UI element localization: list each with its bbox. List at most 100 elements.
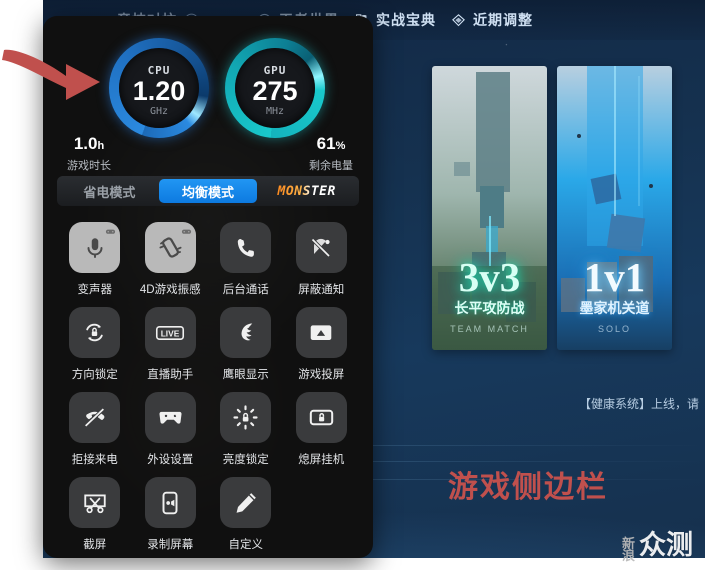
- svg-text:LIVE: LIVE: [161, 328, 180, 338]
- play-time-stat: 1.0h 游戏时长: [51, 134, 127, 173]
- microphone-icon: [87, 237, 103, 258]
- gpu-gauge-value: 275: [252, 76, 298, 106]
- gamepad-badge-icon: [106, 229, 116, 234]
- record-screen-icon: [162, 491, 178, 514]
- card-subtitle-3v3: TEAM MATCH: [450, 324, 529, 334]
- phone-vibrate-icon: [159, 237, 182, 258]
- tool-label: 直播助手: [147, 369, 194, 381]
- tool-peripheral-settings[interactable]: 外设设置: [133, 392, 209, 467]
- tool-tile[interactable]: [220, 392, 272, 443]
- play-time-value: 1.0: [73, 134, 98, 153]
- tool-screenshot[interactable]: 截屏: [57, 477, 133, 552]
- tool-label: 变声器: [77, 284, 113, 296]
- tool-reject-call[interactable]: 拒接来电: [57, 392, 133, 467]
- tool-eagle-eye[interactable]: 鹰眼显示: [208, 307, 284, 382]
- tool-block-notification[interactable]: 屏蔽通知: [284, 222, 360, 297]
- tool-tile[interactable]: [295, 222, 347, 273]
- gamepad-icon: [159, 411, 182, 424]
- mode-button-power-save[interactable]: 省电模式: [60, 179, 159, 203]
- tool-tile[interactable]: [220, 477, 272, 528]
- battery-value: 61: [316, 134, 336, 153]
- tool-label: 方向锁定: [71, 369, 118, 381]
- watermark-sina: 新 浪: [621, 537, 635, 563]
- card-subtitle-1v1: SOLO: [597, 324, 631, 334]
- battery-unit: %: [335, 140, 346, 152]
- cpu-gauge: CPU 1.20 GHz: [109, 38, 209, 138]
- tool-label: 后台通话: [222, 284, 269, 296]
- tool-tile[interactable]: [295, 307, 347, 358]
- tool-customize[interactable]: 自定义: [208, 477, 284, 552]
- tool-label: 鹰眼显示: [222, 369, 269, 381]
- tool-background-call[interactable]: 后台通话: [208, 222, 284, 297]
- card-title-1v1: 墨家机关道: [579, 300, 650, 316]
- card-title-3v3: 长平攻防战: [454, 300, 525, 316]
- tool-tile[interactable]: [220, 307, 272, 358]
- tool-game-cast[interactable]: 游戏投屏: [284, 307, 360, 382]
- tool-label: 游戏投屏: [298, 369, 345, 381]
- watermark: 新 浪 众测: [622, 523, 693, 562]
- game-mode-card-3v3[interactable]: 3v3 长平攻防战 TEAM MATCH: [432, 66, 547, 350]
- red-arrow-annotation: [2, 49, 100, 100]
- tool-label: 录制屏幕: [147, 539, 194, 551]
- watermark-zhongce: 众测: [639, 530, 693, 560]
- performance-mode-selector: 省电模式 均衡模式 MONSTER: [57, 176, 359, 206]
- screen-lock-icon: [309, 409, 333, 426]
- gamepad-badge-icon: [181, 229, 191, 234]
- tool-grid-empty-slot: [284, 477, 360, 552]
- sidebar-tool-grid: 变声器 4D游戏振感 后台通话 屏蔽通知 方向锁定 LIVE 直播助手 鹰眼显示…: [57, 222, 359, 558]
- nav-label-battle-guide: 实战宝典: [376, 12, 436, 28]
- notification-off-icon: [311, 237, 331, 257]
- tool-tile[interactable]: [69, 307, 121, 358]
- mode-button-monster[interactable]: MONSTER: [257, 179, 356, 203]
- gpu-gauge-unit: MHz: [265, 106, 285, 117]
- tool-label: 亮度锁定: [222, 454, 269, 466]
- screencast-icon: [310, 324, 332, 340]
- tool-tile[interactable]: [220, 222, 272, 273]
- tool-tile[interactable]: [69, 477, 121, 528]
- tool-label: 屏蔽通知: [298, 284, 345, 296]
- tool-grid-row: 截屏 录制屏幕 自定义: [57, 477, 359, 552]
- tool-orientation-lock[interactable]: 方向锁定: [57, 307, 133, 382]
- gpu-gauge: GPU 275 MHz: [225, 38, 325, 138]
- mode-button-balanced[interactable]: 均衡模式: [158, 179, 258, 203]
- tool-vibration-4d[interactable]: 4D游戏振感: [133, 222, 209, 297]
- tool-tile[interactable]: [69, 222, 121, 273]
- tool-voice-changer[interactable]: 变声器: [57, 222, 133, 297]
- tool-label: 自定义: [228, 539, 264, 551]
- tool-tile[interactable]: LIVE: [144, 307, 196, 358]
- call-reject-icon: [84, 407, 105, 428]
- diamond-icon: [452, 13, 465, 26]
- tool-brightness-lock[interactable]: 亮度锁定: [208, 392, 284, 467]
- tool-label: 4D游戏振感: [139, 284, 201, 296]
- play-time-caption: 游戏时长: [67, 160, 111, 172]
- play-time-unit: h: [97, 140, 105, 152]
- tool-screen-off-standby[interactable]: 熄屏挂机: [284, 392, 360, 467]
- tool-label: 拒接来电: [71, 454, 118, 466]
- nav-label-recent-adjust: 近期调整: [473, 12, 533, 28]
- card-mode-3v3: 3v3: [458, 254, 521, 300]
- tool-grid-row: 方向锁定 LIVE 直播助手 鹰眼显示 游戏投屏: [57, 307, 359, 382]
- battery-stat: 61% 剩余电量: [293, 134, 369, 173]
- cpu-gauge-unit: GHz: [149, 106, 169, 117]
- tool-live-assistant[interactable]: LIVE 直播助手: [133, 307, 209, 382]
- tool-tile[interactable]: [144, 477, 196, 528]
- brightness-lock-icon: [233, 405, 258, 430]
- tool-tile[interactable]: [295, 392, 347, 443]
- eagle-icon: [241, 323, 253, 341]
- scissors-screenshot-icon: [84, 493, 106, 513]
- game-mode-card-1v1[interactable]: 1v1 墨家机关道 SOLO: [557, 66, 672, 350]
- tool-label: 截屏: [83, 539, 107, 551]
- rotation-lock-icon: [86, 323, 103, 342]
- tool-tile[interactable]: [69, 392, 121, 443]
- phone-call-icon: [237, 238, 254, 257]
- pencil-icon: [236, 492, 256, 513]
- nav-item-recent-adjust[interactable]: 近期调整: [450, 10, 533, 30]
- live-icon: LIVE: [156, 325, 185, 340]
- watermark-sina-bottom: 浪: [621, 548, 635, 563]
- tool-screen-record[interactable]: 录制屏幕: [133, 477, 209, 552]
- tool-label: 熄屏挂机: [298, 454, 345, 466]
- battery-caption: 剩余电量: [309, 160, 353, 172]
- tool-tile[interactable]: [144, 222, 196, 273]
- cpu-gauge-value: 1.20: [132, 76, 186, 106]
- tool-tile[interactable]: [144, 392, 196, 443]
